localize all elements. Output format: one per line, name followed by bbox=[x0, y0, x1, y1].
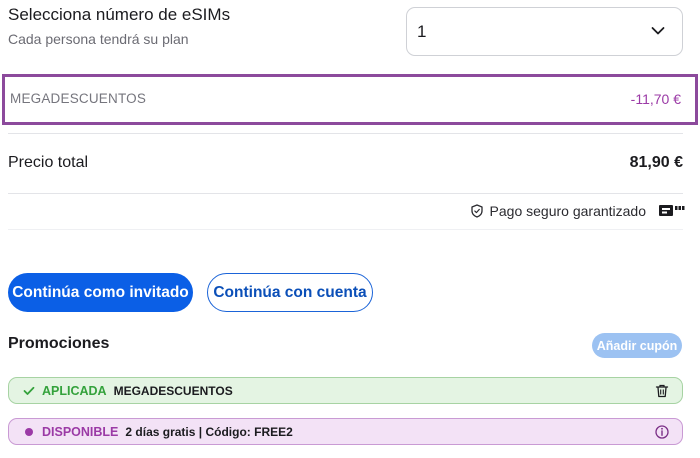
payment-badge-icon bbox=[659, 205, 685, 216]
discount-label: MEGADESCUENTOS bbox=[10, 91, 147, 106]
dot-icon bbox=[22, 425, 36, 439]
divider bbox=[8, 229, 683, 230]
total-price-label: Precio total bbox=[8, 154, 89, 171]
esim-quantity-title: Selecciona número de eSIMs bbox=[8, 5, 231, 24]
promotion-available-row: DISPONIBLE 2 días gratis | Código: FREE2 bbox=[8, 418, 683, 445]
discount-amount: -11,70 € bbox=[630, 91, 681, 107]
continue-as-guest-button[interactable]: Continúa como invitado bbox=[8, 273, 193, 312]
total-price-amount: 81,90 € bbox=[629, 154, 683, 171]
shield-icon bbox=[470, 204, 483, 218]
secure-payment-text: Pago seguro garantizado bbox=[489, 203, 646, 219]
continue-with-account-button[interactable]: Continúa con cuenta bbox=[207, 273, 373, 312]
promotion-description: 2 días gratis | Código: FREE2 bbox=[125, 424, 293, 439]
esim-quantity-value: 1 bbox=[417, 22, 427, 41]
promotion-status: APLICADA bbox=[42, 383, 107, 398]
add-coupon-button[interactable]: Añadir cupón bbox=[592, 333, 682, 358]
info-icon[interactable] bbox=[655, 425, 669, 439]
promotion-description: MEGADESCUENTOS bbox=[113, 383, 233, 398]
discount-row: MEGADESCUENTOS -11,70 € bbox=[2, 74, 698, 125]
chevron-down-icon bbox=[651, 27, 665, 35]
trash-icon[interactable] bbox=[655, 384, 669, 398]
esim-quantity-subtitle: Cada persona tendrá su plan bbox=[8, 31, 189, 47]
check-icon bbox=[22, 384, 36, 398]
divider bbox=[8, 193, 683, 194]
promotion-applied-row: APLICADA MEGADESCUENTOS bbox=[8, 377, 683, 404]
divider bbox=[8, 133, 683, 134]
promotion-status: DISPONIBLE bbox=[42, 424, 119, 439]
esim-quantity-select[interactable]: 1 bbox=[406, 7, 683, 56]
promotions-title: Promociones bbox=[8, 335, 110, 352]
esim-quantity-section: Selecciona número de eSIMs Cada persona … bbox=[0, 0, 700, 64]
secure-payment-notice: Pago seguro garantizado bbox=[470, 202, 646, 220]
